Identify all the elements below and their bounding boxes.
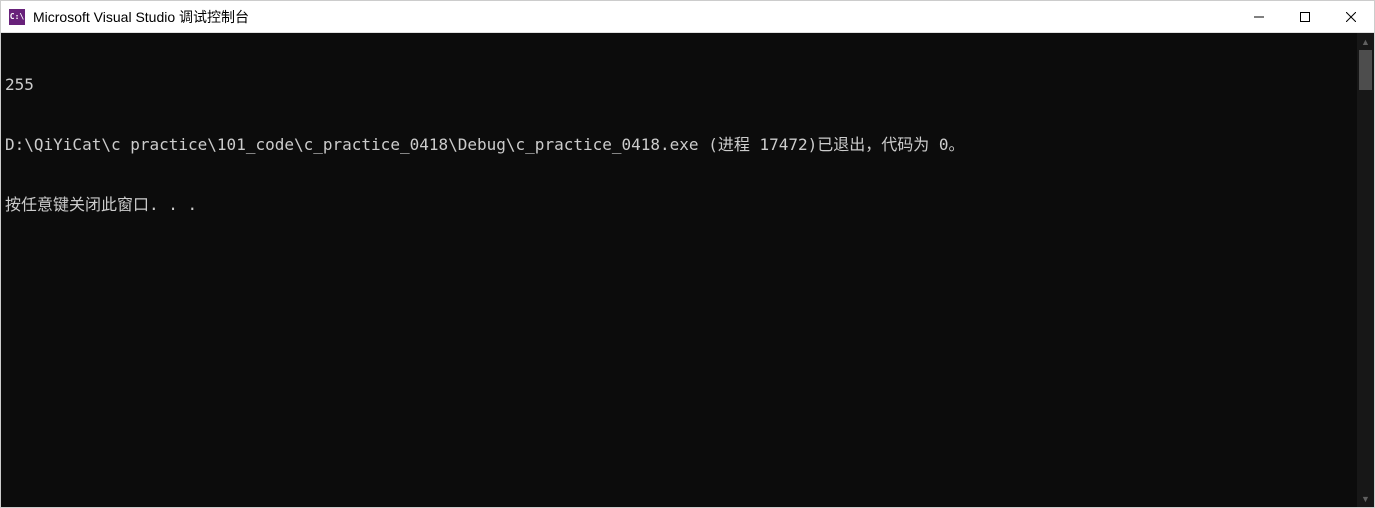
console-window: C:\ Microsoft Visual Studio 调试控制台 xyxy=(0,0,1375,508)
console-output[interactable]: 255 D:\QiYiCat\c practice\101_code\c_pra… xyxy=(1,33,1357,507)
maximize-button[interactable] xyxy=(1282,1,1328,32)
console-body: 255 D:\QiYiCat\c practice\101_code\c_pra… xyxy=(1,33,1374,507)
output-line: 按任意键关闭此窗口. . . xyxy=(5,195,1353,215)
app-icon: C:\ xyxy=(9,9,25,25)
output-line: D:\QiYiCat\c practice\101_code\c_practic… xyxy=(5,135,1353,155)
window-title: Microsoft Visual Studio 调试控制台 xyxy=(33,7,1236,27)
minimize-button[interactable] xyxy=(1236,1,1282,32)
scrollbar-track[interactable] xyxy=(1357,50,1374,490)
scrollbar-down-arrow-icon[interactable]: ▼ xyxy=(1357,490,1374,507)
minimize-icon xyxy=(1254,12,1264,22)
window-controls xyxy=(1236,1,1374,32)
vertical-scrollbar[interactable]: ▲ ▼ xyxy=(1357,33,1374,507)
output-line: 255 xyxy=(5,75,1353,95)
close-button[interactable] xyxy=(1328,1,1374,32)
titlebar[interactable]: C:\ Microsoft Visual Studio 调试控制台 xyxy=(1,1,1374,33)
close-icon xyxy=(1346,12,1356,22)
scrollbar-thumb[interactable] xyxy=(1359,50,1372,90)
maximize-icon xyxy=(1300,12,1310,22)
scrollbar-up-arrow-icon[interactable]: ▲ xyxy=(1357,33,1374,50)
